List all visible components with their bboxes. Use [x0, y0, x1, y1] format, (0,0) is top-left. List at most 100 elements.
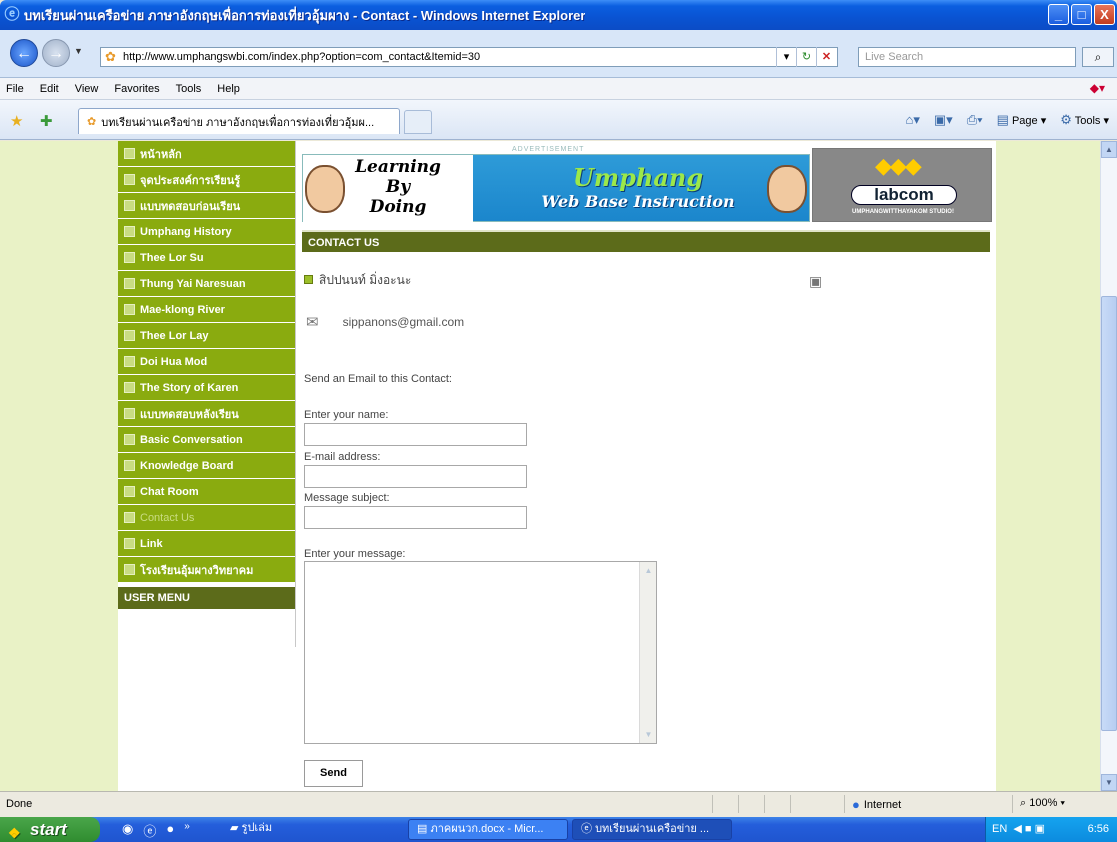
page-background-left — [0, 141, 118, 791]
sidebar-item-11[interactable]: Basic Conversation — [118, 427, 295, 453]
logo-shapes-icon: ◆◆◆ — [875, 153, 922, 178]
sidebar-item-12[interactable]: Knowledge Board — [118, 453, 295, 479]
banner-title: Umphang — [572, 163, 704, 192]
minimize-button[interactable]: _ — [1048, 4, 1069, 25]
title-bar: ⓔ บทเรียนผ่านเครือข่าย ภาษาอังกฤษเพื่อกา… — [0, 0, 1117, 30]
tray-icons[interactable]: ◀ ■ ▣ — [1010, 823, 1045, 835]
tools-menu[interactable]: ⚙ Tools ▾ — [1060, 112, 1109, 128]
sidebar-item-label: Umphang History — [140, 225, 232, 238]
sidebar-item-16[interactable]: โรงเรียนอุ้มผางวิทยาคม — [118, 557, 295, 583]
menu-help[interactable]: Help — [217, 83, 240, 95]
quick-launch-ie-icon[interactable]: ⓔ — [143, 821, 156, 840]
banner-subtitle: Web Base Instruction — [541, 192, 735, 211]
system-tray: EN ◀ ■ ▣ 6:56 — [985, 817, 1117, 842]
toolbar-addon-icon[interactable]: ◆▾ — [1090, 81, 1105, 95]
maximize-button[interactable]: □ — [1071, 4, 1092, 25]
sidebar-item-label: Thee Lor Su — [140, 251, 204, 264]
banner-doing: Doing — [369, 197, 427, 217]
sidebar-item-15[interactable]: Link — [118, 531, 295, 557]
sidebar-item-8[interactable]: Doi Hua Mod — [118, 349, 295, 375]
address-dropdown-icon[interactable]: ▾ — [776, 47, 796, 67]
zoom-level: 100% — [1029, 797, 1058, 809]
back-button[interactable]: ← — [10, 39, 38, 67]
contact-name: สิปปนนท์ มิ่งอะนะ — [319, 273, 412, 287]
bullet-icon — [124, 200, 135, 211]
tab-row: ★ ✚ ✿ บทเรียนผ่านเครือข่าย ภาษาอังกฤษเพื… — [0, 100, 1117, 140]
email-row: ✉ sippanons@gmail.com — [306, 313, 464, 331]
sidebar-item-label: Link — [140, 537, 163, 550]
sidebar-item-7[interactable]: Thee Lor Lay — [118, 323, 295, 349]
print-icon[interactable]: ⎙▾ — [967, 112, 983, 128]
start-button[interactable]: ❖ start — [0, 817, 100, 842]
search-input[interactable]: Live Search — [858, 47, 1076, 67]
sidebar-item-9[interactable]: The Story of Karen — [118, 375, 295, 401]
bullet-icon — [124, 304, 135, 315]
sidebar-item-6[interactable]: Mae-klong River — [118, 297, 295, 323]
name-input[interactable] — [304, 423, 527, 446]
sidebar-item-label: Knowledge Board — [140, 459, 234, 472]
scroll-up-icon[interactable]: ▲ — [1101, 141, 1117, 158]
contact-name-row: สิปปนนท์ มิ่งอะนะ — [304, 271, 411, 290]
language-indicator[interactable]: EN — [992, 823, 1007, 835]
scroll-up-icon[interactable]: ▲ — [640, 562, 657, 579]
search-icon[interactable]: ⌕ — [1082, 47, 1114, 67]
task-word[interactable]: ▤ ภาคผนวก.docx - Micr... — [408, 819, 568, 840]
sidebar-item-4[interactable]: Thee Lor Su — [118, 245, 295, 271]
menu-file[interactable]: File — [6, 83, 24, 95]
email-input[interactable] — [304, 465, 527, 488]
history-dropdown-icon[interactable]: ▼ — [74, 46, 83, 56]
quick-launch-media-icon[interactable]: ● — [166, 821, 174, 840]
sidebar-item-5[interactable]: Thung Yai Naresuan — [118, 271, 295, 297]
quick-launch-more-icon[interactable]: » — [184, 821, 190, 840]
refresh-icon[interactable]: ↻ — [796, 47, 816, 67]
address-field[interactable]: ✿ http://www.umphangswbi.com/index.php?o… — [100, 47, 838, 67]
contact-email-link[interactable]: sippanons@gmail.com — [343, 315, 465, 329]
textarea-scrollbar[interactable]: ▲ ▼ — [639, 562, 656, 743]
favorites-star-icon[interactable]: ★ — [10, 112, 23, 130]
menu-bar: File Edit View Favorites Tools Help ◆▾ — [0, 78, 1117, 100]
vcard-icon[interactable]: ▣ — [809, 273, 822, 290]
home-icon[interactable]: ⌂▾ — [906, 112, 920, 128]
menu-tools[interactable]: Tools — [176, 83, 202, 95]
email-label: E-mail address: — [304, 451, 381, 463]
task-folder[interactable]: ▰ รูปเล่ม — [222, 819, 362, 840]
sidebar-item-label: The Story of Karen — [140, 381, 239, 394]
tab-current[interactable]: ✿ บทเรียนผ่านเครือข่าย ภาษาอังกฤษเพื่อกา… — [78, 108, 400, 134]
new-tab-button[interactable] — [404, 110, 432, 134]
subject-input[interactable] — [304, 506, 527, 529]
send-button[interactable]: Send — [304, 760, 363, 787]
labcom-logo[interactable]: ◆◆◆ labcom UMPHANGWITTHAYAKOM STUDIO! — [812, 148, 992, 222]
task-ie[interactable]: ⓔ บทเรียนผ่านเครือข่าย ... — [572, 819, 732, 840]
bullet-icon — [124, 512, 135, 523]
bullet-icon — [124, 278, 135, 289]
sidebar-item-13[interactable]: Chat Room — [118, 479, 295, 505]
scroll-down-icon[interactable]: ▼ — [640, 726, 657, 743]
sidebar-item-1[interactable]: จุดประสงค์การเรียนรู้ — [118, 167, 295, 193]
zoom-control[interactable]: ⌕ 100% ▾ — [1020, 797, 1065, 810]
forward-button[interactable]: → — [42, 39, 70, 67]
banner-main[interactable]: Learning By Doing Umphang Web Base Instr… — [302, 154, 810, 223]
sidebar-item-0[interactable]: หน้าหลัก — [118, 141, 295, 167]
page-scrollbar[interactable]: ▲ ▼ — [1100, 141, 1117, 791]
banner-learning: Learning — [355, 157, 441, 177]
scroll-down-icon[interactable]: ▼ — [1101, 774, 1117, 791]
menu-favorites[interactable]: Favorites — [114, 83, 159, 95]
sidebar-item-2[interactable]: แบบทดสอบก่อนเรียน — [118, 193, 295, 219]
message-textarea[interactable]: ▲ ▼ — [304, 561, 657, 744]
close-button[interactable]: X — [1094, 4, 1115, 25]
menu-edit[interactable]: Edit — [40, 83, 59, 95]
page-menu[interactable]: ▤ Page ▾ — [997, 112, 1047, 128]
sidebar-item-label: จุดประสงค์การเรียนรู้ — [140, 174, 241, 187]
feeds-icon[interactable]: ▣▾ — [934, 112, 953, 128]
scroll-thumb[interactable] — [1101, 296, 1117, 731]
menu-view[interactable]: View — [75, 83, 99, 95]
page-icon: ▤ — [996, 112, 1009, 127]
add-favorite-icon[interactable]: ✚ — [40, 112, 53, 130]
quick-launch-app-icon[interactable]: ◉ — [122, 821, 133, 840]
sidebar-item-10[interactable]: แบบทดสอบหลังเรียน — [118, 401, 295, 427]
zone-label: Internet — [863, 798, 902, 811]
sidebar-item-14[interactable]: Contact Us — [118, 505, 295, 531]
sidebar-item-3[interactable]: Umphang History — [118, 219, 295, 245]
stop-icon[interactable]: ✕ — [816, 47, 836, 67]
sidebar-item-label: Chat Room — [140, 485, 199, 498]
